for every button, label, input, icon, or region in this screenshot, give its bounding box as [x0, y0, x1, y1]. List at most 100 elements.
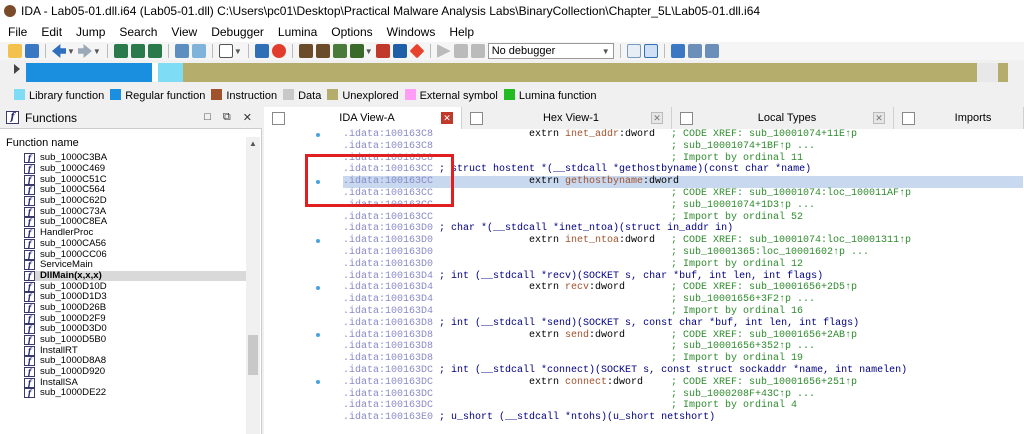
scroll-up-icon[interactable]: ▲ — [249, 139, 257, 148]
code-line[interactable]: .idata:100163CC ; Import by ordinal 52 — [343, 212, 1023, 224]
menu-item-windows[interactable]: Windows — [387, 25, 436, 39]
pause-icon[interactable] — [453, 44, 468, 58]
list-icon[interactable] — [670, 44, 685, 58]
code-line[interactable]: .idata:100163DC ; int (__stdcall *connec… — [343, 365, 1023, 377]
code-line[interactable]: .idata:100163C8 ; sub_10001074+1BF↑p ... — [343, 141, 1023, 153]
chevron-down-icon[interactable]: ▼ — [365, 47, 373, 56]
tab-local-types[interactable]: Local Types ✕ — [672, 107, 894, 129]
code-line[interactable]: .idata:100163DC ; Import by ordinal 4 — [343, 400, 1023, 412]
code-line[interactable]: .idata:100163D0 ; Import by ordinal 12 — [343, 259, 1023, 271]
function-list-item[interactable]: f DllMain(x,x,x) — [24, 270, 246, 282]
function-list-item[interactable]: f sub_1000D26B — [24, 302, 246, 314]
menu-item-view[interactable]: View — [171, 25, 197, 39]
breakpoint-dot-icon[interactable] — [316, 285, 320, 290]
navigation-strip[interactable] — [26, 63, 1008, 82]
names-icon[interactable] — [332, 44, 347, 58]
breakpoint-dot-icon[interactable] — [316, 132, 320, 137]
chevron-down-icon[interactable]: ▼ — [234, 47, 242, 56]
code-line[interactable]: .idata:100163D4 extrn recv:dword ; CODE XR… — [343, 282, 1023, 294]
open-icon[interactable] — [8, 44, 22, 58]
code-line[interactable]: .idata:100163D8 ; Import by ordinal 19 — [343, 353, 1023, 365]
menu-item-file[interactable]: File — [8, 25, 27, 39]
menu-item-options[interactable]: Options — [331, 25, 372, 39]
tab-close-icon[interactable]: ✕ — [873, 112, 885, 124]
debugger-select[interactable]: No debugger ▼ — [487, 43, 614, 59]
plugin-icon[interactable] — [349, 44, 364, 58]
search-text-icon[interactable] — [130, 44, 145, 58]
search-binary-icon[interactable] — [147, 44, 162, 58]
code-line[interactable]: .idata:100163D0 ; sub_10001365:loc_100016… — [343, 247, 1023, 259]
binoculars-icon[interactable] — [113, 44, 128, 58]
menu-item-search[interactable]: Search — [119, 25, 157, 39]
segments-icon[interactable] — [298, 44, 313, 58]
function-list-item[interactable]: f HandlerProc — [24, 228, 246, 239]
import-name[interactable]: send — [565, 330, 589, 341]
code-line[interactable]: .idata:100163C8 extrn inet_addr:dword ; CO… — [343, 129, 1023, 141]
c-icon[interactable] — [626, 44, 641, 58]
function-name-column-header[interactable]: Function name — [0, 137, 244, 153]
breakpoint-dot-icon[interactable] — [316, 380, 320, 385]
code-line[interactable]: .idata:100163D8 extrn send:dword ; CODE XR… — [343, 330, 1023, 342]
menu-item-lumina[interactable]: Lumina — [278, 25, 317, 39]
import-name[interactable]: connect — [565, 377, 607, 388]
instruction: extrn gethostbyname:dword — [529, 176, 680, 188]
tab-ida-view-a[interactable]: IDA View-A ✕ — [264, 107, 462, 129]
code-line[interactable]: .idata:100163D4 ; int (__stdcall *recv)(… — [343, 271, 1023, 283]
stop-icon[interactable] — [470, 44, 485, 58]
back-arrow-icon[interactable] — [52, 44, 66, 58]
menu-item-edit[interactable]: Edit — [41, 25, 62, 39]
breakpoint-dot-icon[interactable] — [316, 238, 320, 243]
code-line[interactable]: .idata:100163D8 ; sub_10001656+352↑p ... — [343, 341, 1023, 353]
code-line[interactable]: .idata:100163E0 ; u_short (__stdcall *nt… — [343, 412, 1023, 424]
structures-icon[interactable] — [254, 44, 269, 58]
forward-arrow-icon[interactable] — [77, 44, 92, 58]
functions-scrollbar-thumb[interactable] — [248, 335, 258, 375]
record-icon[interactable] — [271, 44, 286, 58]
restore-icon[interactable]: □ — [204, 111, 211, 124]
import-name[interactable]: inet_addr — [565, 129, 619, 140]
import-name[interactable]: gethostbyname — [565, 176, 643, 187]
function-list-item[interactable]: f ServiceMain — [24, 260, 246, 271]
breakpoint-dot-icon[interactable] — [316, 333, 320, 338]
code-line[interactable]: .idata:100163D0 extrn inet_ntoa:dword ; CO… — [343, 235, 1023, 247]
code-line[interactable]: .idata:100163D4 ; sub_10001656+3F2↑p ... — [343, 294, 1023, 306]
tab-close-icon[interactable]: ✕ — [651, 112, 663, 124]
chevron-down-icon[interactable]: ▼ — [67, 47, 75, 56]
import-name[interactable]: recv — [565, 282, 589, 293]
menu-item-help[interactable]: Help — [449, 25, 474, 39]
code-line[interactable]: .idata:100163D4 ; Import by ordinal 16 — [343, 306, 1023, 318]
menu-item-jump[interactable]: Jump — [76, 25, 105, 39]
indent-icon[interactable] — [704, 44, 719, 58]
function-prototype-comment: ; int (__stdcall *send)(SOCKET s, const … — [439, 317, 860, 329]
function-list-item[interactable]: f sub_1000C469 — [24, 164, 246, 175]
close-icon[interactable]: ✕ — [243, 111, 252, 124]
function-list-item[interactable]: f sub_1000CA56 — [24, 238, 246, 250]
text-icon[interactable] — [218, 44, 233, 58]
function-list-item[interactable]: f sub_1000D920 — [24, 367, 246, 378]
breakpoint-icon[interactable] — [375, 44, 390, 58]
tab-close-icon[interactable]: ✕ — [441, 112, 453, 124]
play-icon[interactable] — [436, 44, 451, 58]
function-list-item[interactable]: f sub_1000DE22 — [24, 388, 246, 399]
code-line[interactable]: .idata:100163D8 ; int (__stdcall *send)(… — [343, 318, 1023, 330]
xrefs-icon[interactable] — [315, 44, 330, 58]
function-list-item[interactable]: f sub_1000C62D — [24, 196, 246, 207]
code-line[interactable]: .idata:100163DC ; sub_1000208F+43C↑p ... — [343, 389, 1023, 401]
chevron-down-icon[interactable]: ▼ — [93, 47, 101, 56]
import-name[interactable]: inet_ntoa — [565, 235, 619, 246]
graph-icon[interactable] — [174, 44, 189, 58]
diamond-icon[interactable] — [409, 43, 425, 59]
float-icon[interactable]: ⧉ — [223, 111, 231, 124]
c-pseudocode-icon[interactable] — [643, 44, 658, 58]
code-line[interactable]: .idata:100163DC extrn connect:dword ; CODE… — [343, 377, 1023, 389]
code-icon[interactable] — [191, 44, 206, 58]
functions-scrollbar[interactable] — [246, 137, 260, 434]
edit-icon[interactable] — [392, 44, 407, 58]
function-list-item[interactable]: f sub_1000D5B0 — [24, 335, 246, 346]
align-icon[interactable] — [687, 44, 702, 58]
code-line[interactable]: .idata:100163D0 ; char *(__stdcall *inet… — [343, 223, 1023, 235]
menu-item-debugger[interactable]: Debugger — [211, 25, 264, 39]
save-icon[interactable] — [25, 44, 39, 58]
tab-imports[interactable]: Imports — [894, 107, 1024, 129]
tab-hex-view-1[interactable]: Hex View-1 ✕ — [462, 107, 672, 129]
